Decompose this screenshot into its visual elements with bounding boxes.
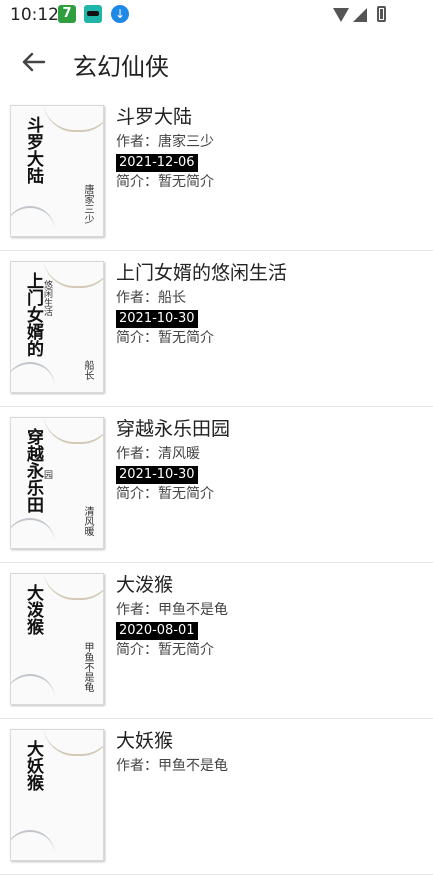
book-cover[interactable]: 大泼猴 甲鱼不是龟 bbox=[10, 573, 104, 705]
book-intro: 简介：暂无简介 bbox=[116, 330, 214, 346]
cover-subtitle: 悠闲生活 bbox=[42, 280, 52, 316]
cover-author: 唐家三少 bbox=[82, 184, 93, 224]
status-time: 10:12 bbox=[10, 5, 59, 25]
book-title: 上门女婿的悠闲生活 bbox=[116, 262, 288, 284]
book-list: 斗罗大陆 唐家三少 斗罗大陆 作者：唐家三少 2021-12-06 简介：暂无简… bbox=[0, 95, 433, 875]
book-title: 斗罗大陆 bbox=[116, 106, 193, 128]
book-list-item[interactable]: 上门女婿的 悠闲生活 船长 上门女婿的悠闲生活 作者：船长 2021-10-30… bbox=[0, 251, 433, 407]
book-author: 作者：唐家三少 bbox=[116, 134, 214, 150]
book-intro: 简介：暂无简介 bbox=[116, 486, 214, 502]
book-info: 上门女婿的悠闲生活 作者：船长 2021-10-30 简介：暂无简介 bbox=[116, 261, 416, 347]
book-list-item[interactable]: 大妖猴 大妖猴 作者：甲鱼不是龟 bbox=[0, 719, 433, 875]
book-title: 穿越永乐田园 bbox=[116, 418, 231, 440]
status-indicators bbox=[333, 6, 403, 24]
cover-author: 船长 bbox=[82, 360, 93, 380]
book-list-item[interactable]: 大泼猴 甲鱼不是龟 大泼猴 作者：甲鱼不是龟 2020-08-01 简介：暂无简… bbox=[0, 563, 433, 719]
cover-title: 大妖猴 bbox=[23, 740, 43, 791]
green-app-icon: 7 bbox=[58, 5, 76, 23]
cover-title: 穿越永乐田 bbox=[23, 428, 43, 513]
book-cover[interactable]: 大妖猴 bbox=[10, 729, 104, 861]
cover-title: 上门女婿的 bbox=[23, 272, 43, 357]
download-icon: ↓ bbox=[111, 5, 129, 23]
book-intro: 简介：暂无简介 bbox=[116, 174, 214, 190]
teal-app-icon bbox=[84, 5, 102, 23]
cover-title: 斗罗大陆 bbox=[23, 116, 43, 184]
book-info: 穿越永乐田园 作者：清风暖 2021-10-30 简介：暂无简介 bbox=[116, 417, 416, 503]
book-title: 大泼猴 bbox=[116, 574, 174, 596]
status-bar: 10:12 7 ↓ bbox=[0, 0, 433, 30]
book-info: 大泼猴 作者：甲鱼不是龟 2020-08-01 简介：暂无简介 bbox=[116, 573, 416, 659]
book-date-badge: 2021-10-30 bbox=[116, 466, 198, 484]
wifi-icon bbox=[333, 8, 349, 22]
cover-title: 大泼猴 bbox=[23, 584, 43, 635]
book-author: 作者：甲鱼不是龟 bbox=[116, 758, 228, 774]
book-cover[interactable]: 斗罗大陆 唐家三少 bbox=[10, 105, 104, 237]
book-title: 大妖猴 bbox=[116, 730, 174, 752]
book-author: 作者：船长 bbox=[116, 290, 186, 306]
back-arrow-icon[interactable] bbox=[20, 48, 48, 76]
app-bar: 玄幻仙侠 bbox=[0, 30, 433, 94]
book-info: 大妖猴 作者：甲鱼不是龟 bbox=[116, 729, 416, 775]
book-info: 斗罗大陆 作者：唐家三少 2021-12-06 简介：暂无简介 bbox=[116, 105, 416, 191]
cover-subtitle: 园 bbox=[42, 470, 52, 479]
book-date-badge: 2020-08-01 bbox=[116, 622, 198, 640]
book-author: 作者：清风暖 bbox=[116, 446, 200, 462]
cover-author: 清风暖 bbox=[82, 506, 93, 536]
book-date-badge: 2021-10-30 bbox=[116, 310, 198, 328]
book-author: 作者：甲鱼不是龟 bbox=[116, 602, 228, 618]
book-cover[interactable]: 穿越永乐田 园 清风暖 bbox=[10, 417, 104, 549]
signal-icon bbox=[353, 8, 367, 22]
book-list-item[interactable]: 穿越永乐田 园 清风暖 穿越永乐田园 作者：清风暖 2021-10-30 简介：… bbox=[0, 407, 433, 563]
book-list-item[interactable]: 斗罗大陆 唐家三少 斗罗大陆 作者：唐家三少 2021-12-06 简介：暂无简… bbox=[0, 95, 433, 251]
page-title: 玄幻仙侠 bbox=[73, 53, 169, 81]
cover-author: 甲鱼不是龟 bbox=[82, 642, 93, 692]
book-date-badge: 2021-12-06 bbox=[116, 154, 198, 172]
battery-icon bbox=[377, 6, 386, 22]
book-cover[interactable]: 上门女婿的 悠闲生活 船长 bbox=[10, 261, 104, 393]
book-intro: 简介：暂无简介 bbox=[116, 642, 214, 658]
